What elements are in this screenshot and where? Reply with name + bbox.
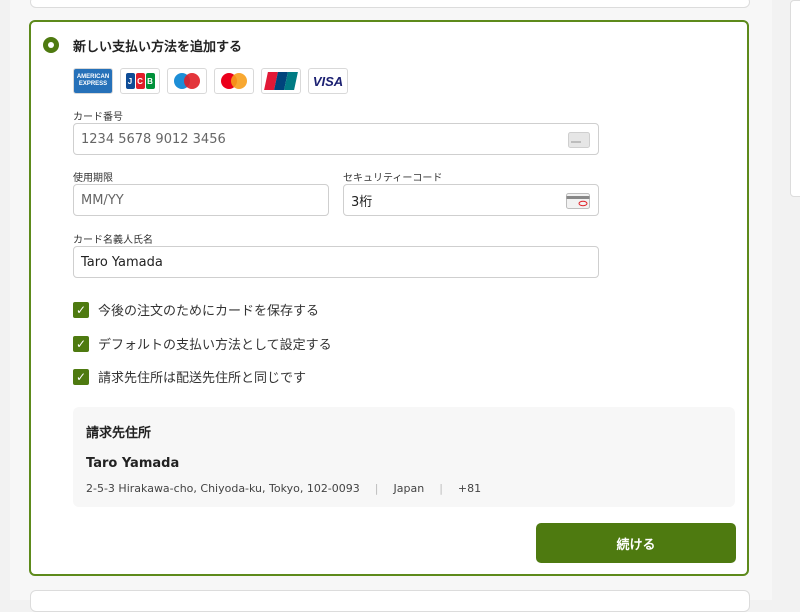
save-card-checkbox[interactable]: ✓ [73, 301, 89, 318]
expiry-input[interactable]: MM/YY [73, 184, 329, 216]
previous-section-card [30, 0, 750, 8]
default-payment-checkbox-row[interactable]: ✓ デフォルトの支払い方法として設定する [73, 334, 332, 353]
default-payment-label: デフォルトの支払い方法として設定する [98, 338, 332, 353]
same-address-checkbox[interactable]: ✓ [73, 368, 89, 385]
new-payment-method-card: 新しい支払い方法を追加する AMERICAN EXPRESS J C B VIS… [29, 20, 749, 576]
unionpay-logo-icon [261, 68, 301, 94]
expiry-label: 使用期限 [73, 173, 113, 184]
separator: | [439, 482, 443, 495]
billing-address-box: 請求先住所 Taro Yamada 2-5-3 Hirakawa-cho, Ch… [73, 407, 735, 507]
billing-phone: +81 [457, 482, 482, 495]
billing-address-title: 請求先住所 [86, 426, 152, 441]
card-number-label: カード番号 [73, 112, 123, 123]
card-brand-logos: AMERICAN EXPRESS J C B VISA [73, 68, 348, 94]
card-icon [568, 132, 590, 152]
billing-details: 2-5-3 Hirakawa-cho, Chiyoda-ku, Tokyo, 1… [86, 482, 481, 495]
amex-logo-icon: AMERICAN EXPRESS [73, 68, 113, 94]
billing-country: Japan [393, 482, 425, 495]
visa-logo-icon: VISA [308, 68, 348, 94]
cvv-card-icon [566, 193, 590, 213]
separator: | [374, 482, 379, 495]
same-address-label: 請求先住所は配送先住所と同じです [98, 371, 307, 386]
new-payment-title: 新しい支払い方法を追加する [73, 40, 243, 55]
continue-button[interactable]: 続ける [536, 523, 736, 563]
maestro-logo-icon [167, 68, 207, 94]
default-payment-checkbox[interactable]: ✓ [73, 335, 89, 352]
next-section-card [30, 590, 750, 612]
security-code-label: セキュリティーコード [343, 173, 443, 184]
cardholder-label: カード名義人氏名 [73, 235, 153, 246]
order-summary-panel [790, 0, 800, 197]
new-payment-radio[interactable] [43, 37, 59, 53]
billing-address: 2-5-3 Hirakawa-cho, Chiyoda-ku, Tokyo, 1… [86, 482, 360, 495]
save-card-checkbox-row[interactable]: ✓ 今後の注文のためにカードを保存する [73, 300, 319, 319]
cardholder-input[interactable]: Taro Yamada [73, 246, 599, 278]
billing-name: Taro Yamada [86, 456, 180, 471]
card-number-input[interactable]: 1234 5678 9012 3456 [73, 123, 599, 155]
security-code-input[interactable]: 3桁 [343, 184, 599, 216]
save-card-label: 今後の注文のためにカードを保存する [98, 304, 320, 319]
mastercard-logo-icon [214, 68, 254, 94]
same-address-checkbox-row[interactable]: ✓ 請求先住所は配送先住所と同じです [73, 367, 306, 386]
jcb-logo-icon: J C B [120, 68, 160, 94]
